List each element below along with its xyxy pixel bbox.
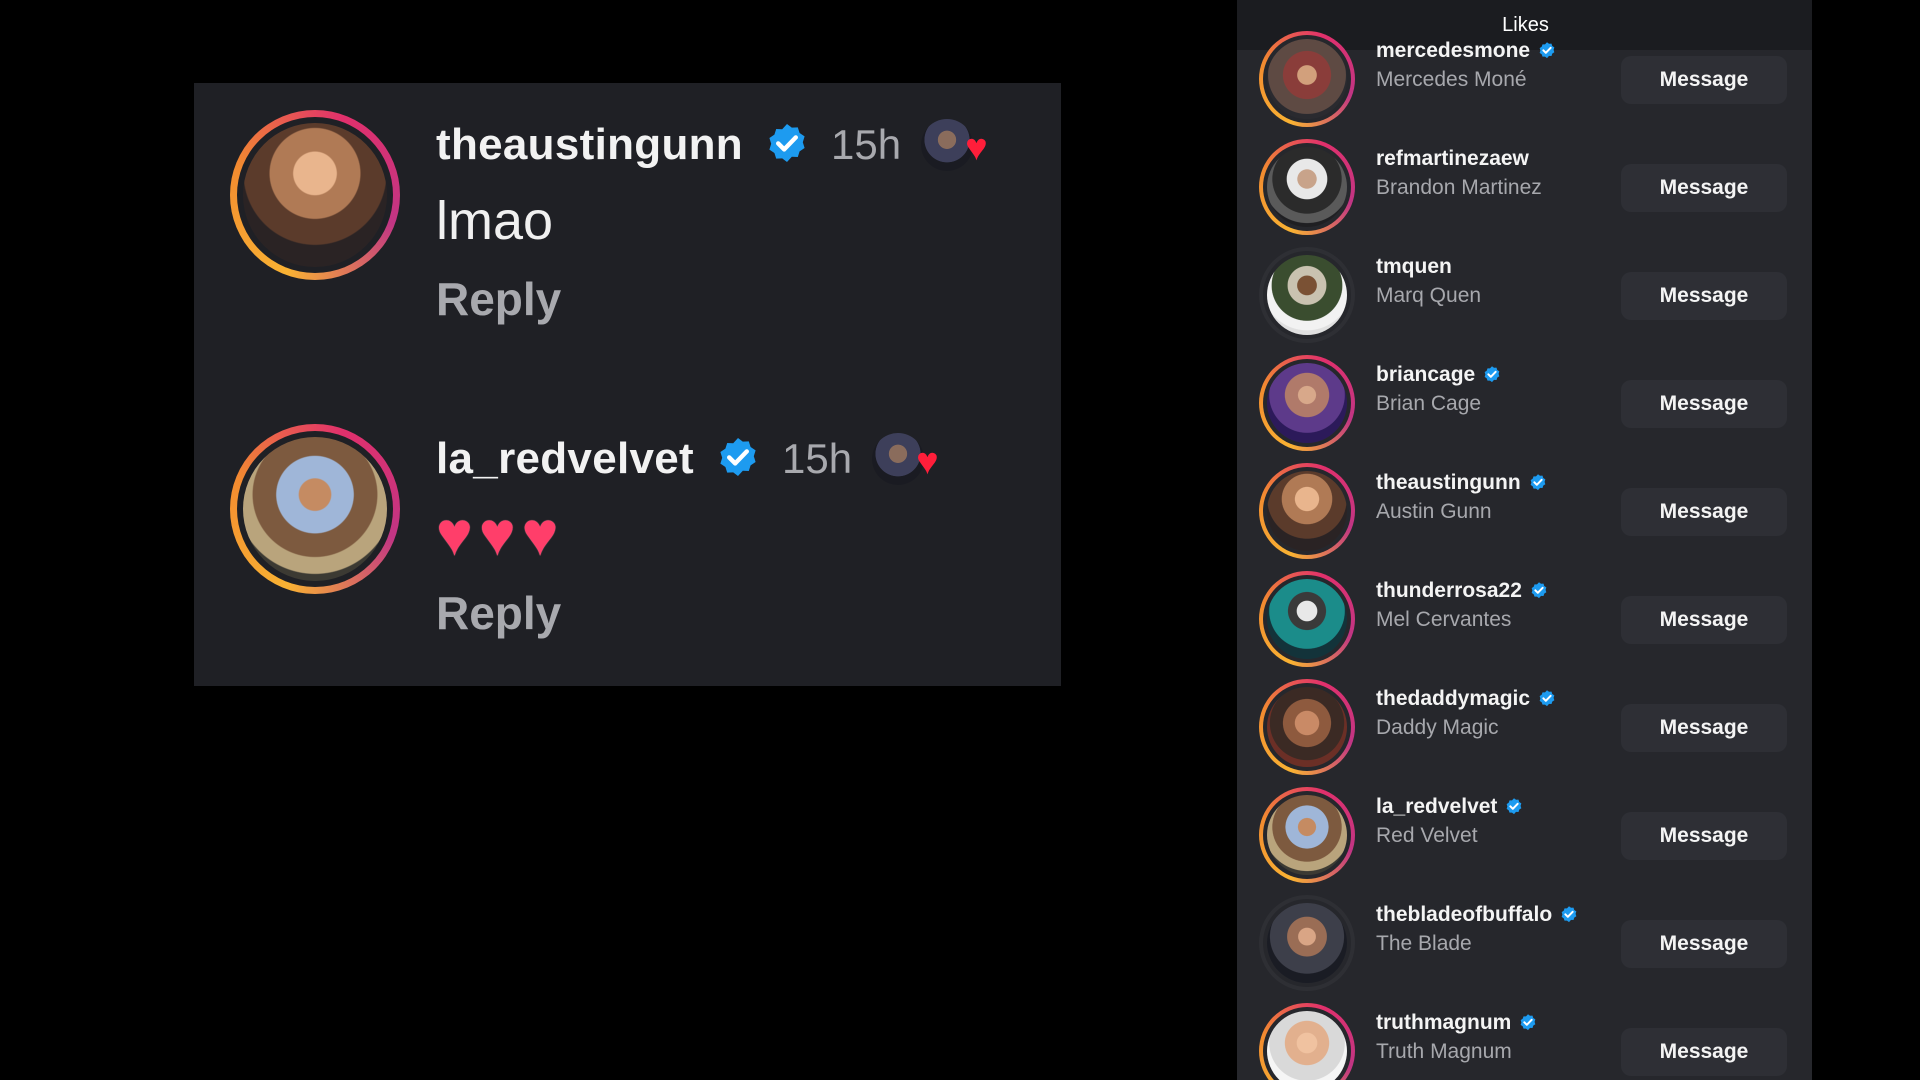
list-item[interactable]: briancage Brian Cage Message: [1259, 351, 1799, 451]
full-name: The Blade: [1376, 932, 1472, 955]
comment-timestamp: 15h: [782, 435, 853, 482]
list-item[interactable]: refmartinezaew Brandon Martinez Message: [1259, 135, 1799, 235]
verified-badge-icon: [1530, 474, 1545, 491]
username[interactable]: theaustingunn: [1376, 471, 1521, 495]
full-name: Mercedes Moné: [1376, 68, 1527, 91]
heart-emoji: ♥: [436, 500, 473, 569]
verified-badge-icon: [720, 438, 756, 476]
username[interactable]: truthmagnum: [1376, 1011, 1511, 1035]
verified-badge-icon: [1484, 366, 1500, 383]
full-name: Austin Gunn: [1376, 500, 1492, 523]
reply-button[interactable]: Reply: [436, 272, 561, 326]
comment-text: ♥ ♥ ♥: [436, 504, 558, 566]
la_redvelvet-avatar[interactable]: [230, 424, 400, 594]
list-item[interactable]: theaustingunn Austin Gunn Message: [1259, 459, 1799, 559]
verified-badge-icon: [1520, 1014, 1536, 1031]
full-name: Mel Cervantes: [1376, 608, 1512, 631]
username[interactable]: mercedesmone: [1376, 39, 1530, 63]
comment-username[interactable]: theaustingunn: [436, 120, 743, 170]
avatar[interactable]: [1259, 139, 1355, 235]
message-button[interactable]: Message: [1621, 380, 1787, 428]
verified-badge-icon: [1539, 42, 1555, 59]
comments-card: theaustingunn 15h ♥ lmao Reply la_redvel…: [194, 83, 1061, 686]
comment-header: theaustingunn 15h ♥: [436, 110, 1005, 180]
comment-timestamp: 15h: [830, 121, 902, 168]
comment-header: la_redvelvet 15h ♥: [436, 424, 956, 494]
verified-badge-icon: [1539, 690, 1555, 707]
likes-panel[interactable]: Likes mercedesmone Mercedes Moné Message…: [1237, 0, 1812, 1080]
avatar[interactable]: [1259, 679, 1355, 775]
list-item[interactable]: la_redvelvet Red Velvet Message: [1259, 783, 1799, 883]
avatar[interactable]: [1259, 463, 1355, 559]
message-button[interactable]: Message: [1621, 704, 1787, 752]
full-name: Marq Quen: [1376, 284, 1482, 307]
message-button[interactable]: Message: [1621, 1028, 1787, 1076]
avatar[interactable]: [1259, 247, 1355, 343]
verified-badge-icon: [1561, 906, 1577, 923]
message-button[interactable]: Message: [1621, 812, 1787, 860]
verified-badge-icon: [769, 124, 805, 162]
verified-badge-icon: [1531, 582, 1547, 599]
username[interactable]: la_redvelvet: [1376, 795, 1497, 819]
avatar[interactable]: [1259, 787, 1355, 883]
message-button[interactable]: Message: [1621, 164, 1787, 212]
full-name: Brandon Martinez: [1376, 176, 1542, 199]
username[interactable]: thedaddymagic: [1376, 687, 1530, 711]
message-button[interactable]: Message: [1621, 596, 1787, 644]
message-button[interactable]: Message: [1621, 488, 1787, 536]
full-name: Red Velvet: [1376, 824, 1478, 847]
comment-username[interactable]: la_redvelvet: [436, 434, 694, 484]
avatar[interactable]: [1259, 1003, 1355, 1080]
message-button[interactable]: Message: [1621, 272, 1787, 320]
message-button[interactable]: Message: [1621, 56, 1787, 104]
username[interactable]: thunderrosa22: [1376, 579, 1522, 603]
comment-text: lmao: [436, 191, 554, 251]
username[interactable]: refmartinezaew: [1376, 147, 1529, 171]
author-liked-indicator: ♥: [921, 117, 1005, 173]
avatar[interactable]: [1259, 571, 1355, 667]
avatar[interactable]: [1259, 31, 1355, 127]
username[interactable]: briancage: [1376, 363, 1475, 387]
list-item[interactable]: tmquen Marq Quen Message: [1259, 243, 1799, 343]
list-item[interactable]: truthmagnum Truth Magnum Message: [1259, 999, 1799, 1080]
heart-emoji: ♥: [521, 500, 559, 569]
theaustingunn-avatar[interactable]: [230, 110, 400, 280]
full-name: Daddy Magic: [1376, 716, 1499, 739]
avatar[interactable]: [1259, 895, 1355, 991]
list-item[interactable]: mercedesmone Mercedes Moné Message: [1259, 27, 1799, 127]
message-button[interactable]: Message: [1621, 920, 1787, 968]
avatar[interactable]: [1259, 355, 1355, 451]
list-item[interactable]: thedaddymagic Daddy Magic Message: [1259, 675, 1799, 775]
comment: theaustingunn 15h ♥ lmao Reply: [230, 110, 1030, 350]
reply-button[interactable]: Reply: [436, 586, 561, 640]
heart-emoji: ♥: [478, 500, 516, 569]
author-liked-indicator: ♥: [872, 431, 956, 487]
comment: la_redvelvet 15h ♥ ♥ ♥ ♥ Reply: [230, 424, 1030, 664]
username[interactable]: thebladeofbuffalo: [1376, 903, 1552, 927]
full-name: Brian Cage: [1376, 392, 1482, 415]
author-liked-heart-icon: ♥: [965, 127, 988, 169]
full-name: Truth Magnum: [1376, 1040, 1512, 1063]
list-item[interactable]: thunderrosa22 Mel Cervantes Message: [1259, 567, 1799, 667]
list-item[interactable]: thebladeofbuffalo The Blade Message: [1259, 891, 1799, 991]
verified-badge-icon: [1507, 798, 1522, 815]
username[interactable]: tmquen: [1376, 255, 1452, 279]
author-liked-heart-icon: ♥: [916, 441, 939, 483]
